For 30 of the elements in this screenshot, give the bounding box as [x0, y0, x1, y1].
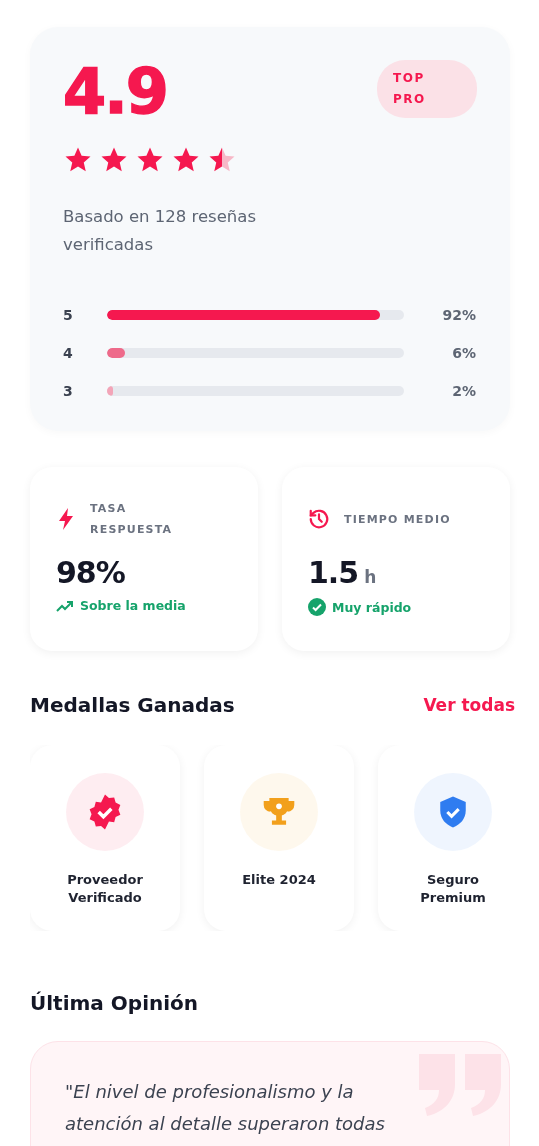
section-title: Medallas Ganadas — [30, 693, 235, 717]
medal-label: Seguro Premium — [419, 871, 487, 907]
stat-note: Sobre la media — [80, 598, 186, 613]
top-pro-badge: TOP PRO — [377, 60, 477, 118]
stat-note: Muy rápido — [332, 599, 412, 615]
check-circle-icon — [308, 598, 326, 616]
rating-percent: 92% — [441, 307, 476, 323]
lightning-icon — [56, 507, 76, 531]
stat-unit: h — [364, 567, 377, 587]
review-quote: "El nivel de profesionalismo y la atención al detalle superaron todas — [65, 1080, 386, 1136]
stat-value: 98% — [56, 555, 125, 590]
medal-card[interactable]: Seguro Premium — [378, 745, 510, 931]
rating-percent: 2% — [451, 383, 476, 399]
medal-label: Elite 2024 — [241, 871, 317, 889]
history-icon — [308, 508, 330, 530]
see-all-link[interactable]: Ver todas — [423, 695, 515, 715]
review-summary: Basado en 128 reseñas verificadas — [63, 206, 258, 256]
stat-value: 1.5 — [308, 555, 359, 590]
rating-percent: 6% — [451, 345, 476, 361]
medal-card[interactable]: Proveedor Verificado — [30, 745, 180, 931]
stat-title: TASA RESPUESTA — [90, 501, 174, 538]
rating-label: 4 — [63, 345, 74, 361]
medal-label: Proveedor Verificado — [66, 871, 144, 907]
rating-label: 5 — [63, 307, 74, 323]
trend-up-icon — [56, 599, 74, 612]
rating-score: 4.9 — [63, 61, 167, 123]
section-title: Última Opinión — [30, 991, 199, 1015]
rating-label: 3 — [63, 383, 74, 399]
stat-title: TIEMPO MEDIO — [344, 511, 452, 528]
medal-card[interactable]: Elite 2024 — [204, 745, 354, 931]
